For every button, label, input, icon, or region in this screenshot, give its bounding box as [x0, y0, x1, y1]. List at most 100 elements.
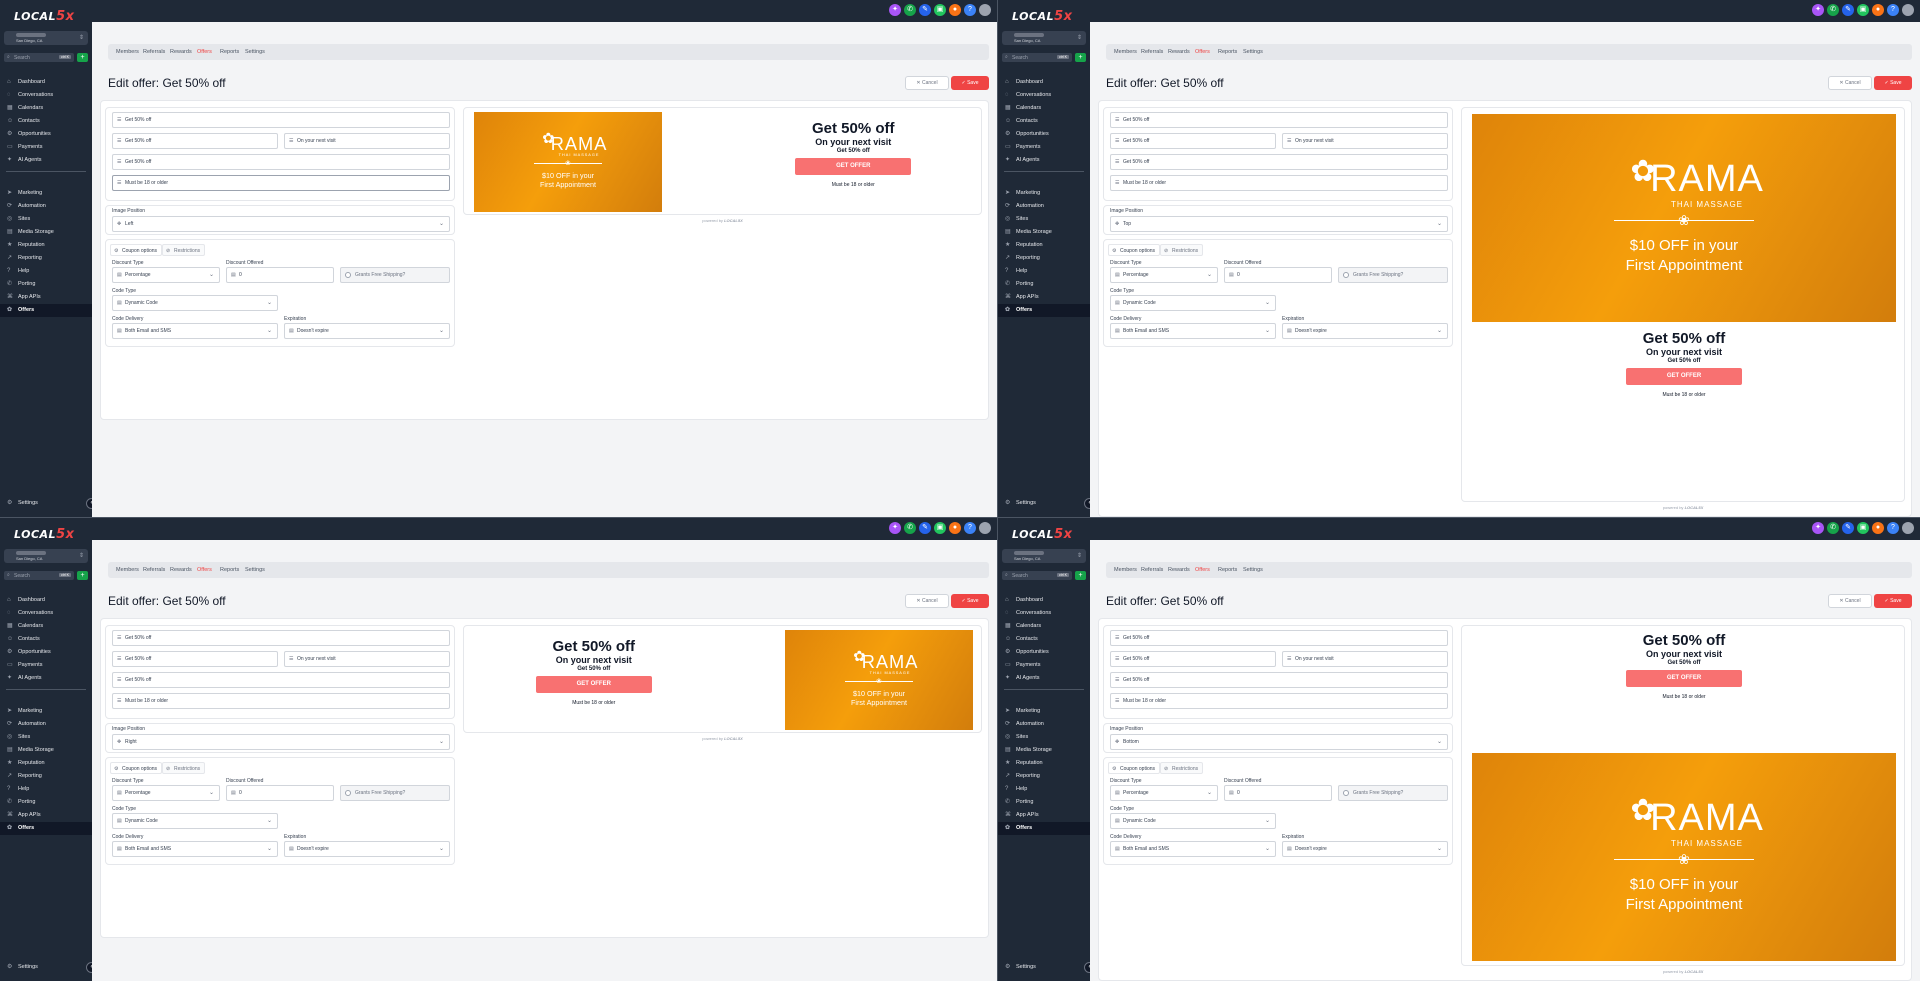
free-shipping-checkbox[interactable]: Grants Free Shipping?	[340, 267, 450, 283]
image-position-select[interactable]: ✥ Right ⌄	[112, 734, 450, 750]
subtitle-input[interactable]: ☰ Get 50% off	[1110, 133, 1276, 149]
sidebar-item-help[interactable]: ? Help	[998, 265, 1090, 278]
button-text-input[interactable]: ☰ Get 50% off	[112, 154, 450, 170]
sidebar-item-ai-agents[interactable]: ✦ AI Agents	[0, 672, 92, 685]
sidebar-item-marketing[interactable]: ➤ Marketing	[998, 187, 1090, 200]
cancel-button[interactable]: ✕ Cancel	[905, 76, 949, 90]
help-circle-icon[interactable]: ?	[1887, 522, 1899, 534]
free-shipping-checkbox[interactable]: Grants Free Shipping?	[1338, 267, 1448, 283]
sidebar-item-marketing[interactable]: ➤ Marketing	[0, 705, 92, 718]
sidebar-item-media-storage[interactable]: ▤ Media Storage	[998, 226, 1090, 239]
sidebar-item-reputation[interactable]: ★ Reputation	[998, 757, 1090, 770]
phone-icon[interactable]: ✆	[904, 4, 916, 16]
subtitle-input[interactable]: ☰ Get 50% off	[1110, 651, 1276, 667]
sidebar-item-calendars[interactable]: ▦ Calendars	[0, 620, 92, 633]
sidebar-item-app-apis[interactable]: ⌘ App APIs	[998, 809, 1090, 822]
tab-coupon-options[interactable]: ⚙ Coupon options	[110, 244, 163, 256]
checkbox[interactable]	[1343, 272, 1349, 278]
app-logo[interactable]: LOCAL5x	[1012, 527, 1073, 542]
sidebar-item-porting[interactable]: ✆ Porting	[998, 278, 1090, 291]
tab-coupon-options[interactable]: ⚙ Coupon options	[1108, 244, 1161, 256]
sidebar-item-sites[interactable]: ◎ Sites	[0, 213, 92, 226]
sidebar-item-automation[interactable]: ⟳ Automation	[0, 200, 92, 213]
notifications-icon[interactable]: ●	[1872, 4, 1884, 16]
sidebar-item-calendars[interactable]: ▦ Calendars	[998, 620, 1090, 633]
button-text-input[interactable]: ☰ Get 50% off	[1110, 672, 1448, 688]
gift-icon[interactable]: ▣	[934, 4, 946, 16]
sidebar-item-offers[interactable]: ✿ Offers	[0, 822, 92, 835]
sidebar-item-settings[interactable]: ⚙ Settings	[0, 961, 92, 974]
expiration-select[interactable]: ▤ Doesn't expire ⌄	[1282, 841, 1448, 857]
tab-offers[interactable]: Offers	[197, 562, 212, 578]
sidebar-item-conversations[interactable]: ◌ Conversations	[0, 607, 92, 620]
sidebar-item-help[interactable]: ? Help	[0, 783, 92, 796]
tab-referrals[interactable]: Referrals	[1141, 44, 1163, 60]
subheadline-input[interactable]: ☰ On your next visit	[284, 651, 450, 667]
sidebar-item-opportunities[interactable]: ⚙ Opportunities	[0, 646, 92, 659]
sidebar-item-app-apis[interactable]: ⌘ App APIs	[0, 809, 92, 822]
code-delivery-select[interactable]: ▤ Both Email and SMS ⌄	[112, 323, 278, 339]
get-offer-button[interactable]: GET OFFER	[1626, 368, 1742, 385]
phone-icon[interactable]: ✆	[1827, 522, 1839, 534]
sidebar-item-dashboard[interactable]: ⌂ Dashboard	[998, 76, 1090, 89]
sidebar-item-ai-agents[interactable]: ✦ AI Agents	[0, 154, 92, 167]
subtitle-input[interactable]: ☰ Get 50% off	[112, 651, 278, 667]
help-circle-icon[interactable]: ?	[964, 4, 976, 16]
sidebar-item-calendars[interactable]: ▦ Calendars	[0, 102, 92, 115]
subheadline-input[interactable]: ☰ On your next visit	[1282, 133, 1448, 149]
sidebar-item-reporting[interactable]: ↗ Reporting	[0, 770, 92, 783]
sidebar-item-help[interactable]: ? Help	[998, 783, 1090, 796]
sidebar-item-contacts[interactable]: ☺ Contacts	[998, 633, 1090, 646]
gift-icon[interactable]: ▣	[934, 522, 946, 534]
tab-rewards[interactable]: Rewards	[170, 562, 192, 578]
sidebar-item-sites[interactable]: ◎ Sites	[0, 731, 92, 744]
avatar[interactable]	[1902, 4, 1914, 16]
tab-coupon-options[interactable]: ⚙ Coupon options	[110, 762, 163, 774]
discount-type-select[interactable]: ▤ Percentage ⌄	[112, 267, 220, 283]
sidebar-item-payments[interactable]: ▭ Payments	[0, 659, 92, 672]
phone-icon[interactable]: ✆	[904, 522, 916, 534]
edit-icon[interactable]: ✎	[1842, 4, 1854, 16]
title-input[interactable]: ☰ Get 50% off	[112, 112, 450, 128]
cancel-button[interactable]: ✕ Cancel	[905, 594, 949, 608]
sidebar-item-media-storage[interactable]: ▤ Media Storage	[0, 226, 92, 239]
sidebar-item-app-apis[interactable]: ⌘ App APIs	[998, 291, 1090, 304]
title-input[interactable]: ☰ Get 50% off	[1110, 630, 1448, 646]
tab-referrals[interactable]: Referrals	[1141, 562, 1163, 578]
tab-rewards[interactable]: Rewards	[1168, 44, 1190, 60]
avatar[interactable]	[1902, 522, 1914, 534]
discount-type-select[interactable]: ▤ Percentage ⌄	[112, 785, 220, 801]
app-logo[interactable]: LOCAL5x	[14, 9, 75, 24]
sidebar-item-marketing[interactable]: ➤ Marketing	[0, 187, 92, 200]
expiration-select[interactable]: ▤ Doesn't expire ⌄	[284, 323, 450, 339]
sidebar-item-porting[interactable]: ✆ Porting	[0, 278, 92, 291]
sidebar-search[interactable]: ⌕ Search ctrl K	[1002, 571, 1072, 580]
sidebar-item-reporting[interactable]: ↗ Reporting	[998, 252, 1090, 265]
gift-icon[interactable]: ▣	[1857, 4, 1869, 16]
sidebar-item-media-storage[interactable]: ▤ Media Storage	[0, 744, 92, 757]
tab-restrictions[interactable]: ⊘ Restrictions	[162, 244, 206, 256]
location-selector[interactable]: San Diego, CA ⇕	[4, 549, 88, 563]
sidebar-item-media-storage[interactable]: ▤ Media Storage	[998, 744, 1090, 757]
tab-reports[interactable]: Reports	[220, 44, 239, 60]
discount-offered-input[interactable]: ▤ 0	[226, 785, 334, 801]
notifications-icon[interactable]: ●	[949, 4, 961, 16]
sidebar-item-calendars[interactable]: ▦ Calendars	[998, 102, 1090, 115]
avatar[interactable]	[979, 522, 991, 534]
sidebar-item-porting[interactable]: ✆ Porting	[0, 796, 92, 809]
edit-icon[interactable]: ✎	[1842, 522, 1854, 534]
code-type-select[interactable]: ▤ Dynamic Code ⌄	[112, 813, 278, 829]
sidebar-item-offers[interactable]: ✿ Offers	[998, 822, 1090, 835]
button-text-input[interactable]: ☰ Get 50% off	[112, 672, 450, 688]
checkbox[interactable]	[345, 790, 351, 796]
tab-offers[interactable]: Offers	[197, 44, 212, 60]
sidebar-item-conversations[interactable]: ◌ Conversations	[998, 89, 1090, 102]
sidebar-item-ai-agents[interactable]: ✦ AI Agents	[998, 154, 1090, 167]
title-input[interactable]: ☰ Get 50% off	[112, 630, 450, 646]
get-offer-button[interactable]: GET OFFER	[535, 676, 652, 693]
disclaimer-input[interactable]: ☰ Must be 18 or older	[1110, 693, 1448, 709]
help-circle-icon[interactable]: ?	[1887, 4, 1899, 16]
sidebar-item-offers[interactable]: ✿ Offers	[0, 304, 92, 317]
tab-offers[interactable]: Offers	[1195, 44, 1210, 60]
edit-icon[interactable]: ✎	[919, 4, 931, 16]
